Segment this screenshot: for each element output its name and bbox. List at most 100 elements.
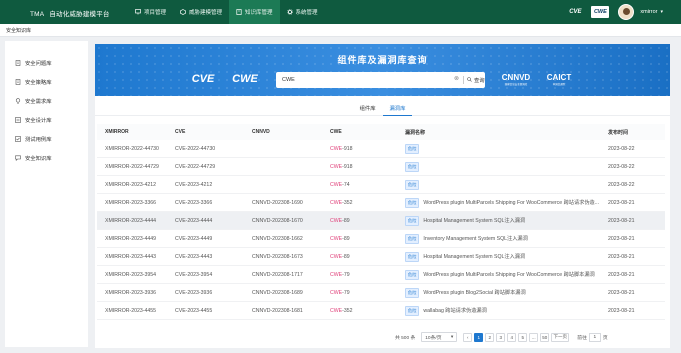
- nav-item-system[interactable]: 系统管理: [280, 0, 325, 24]
- page-size-select[interactable]: 10条/页 ▾: [421, 332, 458, 342]
- page-number-button[interactable]: 1: [474, 332, 484, 342]
- cell-cwe[interactable]: CWE-352: [330, 200, 405, 206]
- tab-vulnerability-library[interactable]: 漏洞库: [382, 104, 413, 116]
- tab-component-library[interactable]: 组件库: [353, 104, 383, 116]
- cell-vuln-name: 危险: [405, 179, 608, 190]
- col-header-cve: CVE: [175, 129, 186, 135]
- sidebar-item-security-requirements[interactable]: 安全需求库: [5, 91, 88, 110]
- nav-item-projects[interactable]: 项目管理: [128, 0, 173, 24]
- sidebar-item-security-policies[interactable]: 安全策略库: [5, 72, 88, 91]
- nav-item-knowledge-base[interactable]: 知识库管理: [229, 0, 280, 24]
- cell-xmirror: XMIRROR-2023-3366: [105, 199, 157, 206]
- sidebar-item-security-design[interactable]: 安全设计库: [5, 110, 88, 129]
- cwe-id: -89: [342, 253, 350, 260]
- cwe-logo: CWE: [591, 6, 610, 18]
- cwe-link[interactable]: CWE: [330, 272, 342, 278]
- sidebar-item-test-cases[interactable]: 测试用例库: [5, 129, 88, 148]
- sidebar-item-label: 安全需求库: [25, 98, 52, 105]
- table-row[interactable]: XMIRROR-2023-4443 CVE-2023-4443 CNNVD-2023…: [97, 248, 665, 266]
- vuln-name[interactable]: Hospital Management System SQL注入漏洞: [423, 253, 525, 260]
- cwe-link[interactable]: CWE: [330, 308, 342, 314]
- page-ellipsis[interactable]: ...: [529, 332, 539, 342]
- cell-cwe[interactable]: CWE-89: [330, 236, 405, 242]
- cell-xmirror: XMIRROR-2023-3936: [105, 289, 157, 296]
- table-row[interactable]: XMIRROR-2023-3366 CVE-2023-3366 CNNVD-2023…: [97, 194, 665, 212]
- vuln-name[interactable]: wallabag 跨站请求伪造漏洞: [423, 307, 486, 314]
- vuln-name[interactable]: WordPress plugin MultiParcels Shipping F…: [423, 199, 599, 206]
- cwe-link[interactable]: CWE: [330, 164, 342, 170]
- table-row[interactable]: XMIRROR-2023-3954 CVE-2023-3954 CNNVD-2023…: [97, 266, 665, 284]
- table-body: XMIRROR-2022-44730 CVE-2022-44730 CWE-918 危…: [97, 140, 665, 320]
- list-icon: [15, 116, 21, 123]
- next-page-button[interactable]: 下一页: [551, 332, 570, 342]
- page-number-button[interactable]: 5: [518, 332, 528, 342]
- avatar[interactable]: [618, 4, 635, 20]
- prev-page-button[interactable]: ‹: [463, 332, 473, 342]
- severity-badge: 危险: [405, 179, 420, 190]
- severity-badge: 危险: [405, 305, 420, 316]
- breadcrumb[interactable]: 安全知识库: [6, 27, 31, 34]
- table-row[interactable]: XMIRROR-2023-4449 CVE-2023-4449 CNNVD-2023…: [97, 230, 665, 248]
- cell-cnnvd: CNNVD-202308-1717: [252, 271, 303, 278]
- table-row[interactable]: XMIRROR-2023-4444 CVE-2023-4444 CNNVD-2023…: [97, 212, 665, 230]
- cell-cwe[interactable]: CWE-352: [330, 308, 405, 314]
- search-button[interactable]: 查询: [460, 75, 485, 85]
- cwe-link[interactable]: CWE: [330, 200, 342, 206]
- breadcrumb-bar: 安全知识库: [0, 24, 681, 37]
- cell-cwe[interactable]: CWE-79: [330, 290, 405, 296]
- page-number-button[interactable]: 2: [485, 332, 495, 342]
- cell-cwe[interactable]: CWE-89: [330, 218, 405, 224]
- cell-date: 2023-08-21: [608, 199, 635, 206]
- cell-cve: CVE-2022-44730: [175, 145, 216, 152]
- goto-page: 前往 1 页: [577, 332, 608, 342]
- cwe-id: -89: [342, 235, 350, 242]
- table-row[interactable]: XMIRROR-2022-44729 CVE-2022-44729 CWE-918 危…: [97, 158, 665, 176]
- cell-xmirror: XMIRROR-2023-4444: [105, 217, 157, 224]
- vuln-name[interactable]: WordPress plugin MultiParcels Shipping F…: [423, 271, 594, 278]
- cell-cnnvd: CNNVD-202308-1673: [252, 253, 303, 260]
- cell-vuln-name: 危险: [405, 143, 608, 154]
- vuln-name[interactable]: WordPress plugin Blog2Social 跨站脚本漏洞: [423, 289, 525, 296]
- clear-icon[interactable]: ⊗: [454, 75, 459, 82]
- username[interactable]: xmirror: [640, 9, 657, 15]
- vuln-name[interactable]: Inventory Management System SQL注入漏洞: [423, 235, 527, 242]
- page-number-button[interactable]: 4: [507, 332, 517, 342]
- cwe-link[interactable]: CWE: [330, 290, 342, 296]
- vuln-name[interactable]: Hospital Management System SQL注入漏洞: [423, 217, 525, 224]
- cell-date: 2023-08-21: [608, 253, 635, 260]
- checklist-icon: [15, 135, 21, 142]
- cell-cnnvd: CNNVD-202308-1681: [252, 307, 303, 314]
- table-row[interactable]: XMIRROR-2023-4455 CVE-2023-4455 CNNVD-2023…: [97, 302, 665, 320]
- brand[interactable]: TMA 自动化威胁建模平台: [30, 8, 110, 18]
- cell-cwe[interactable]: CWE-74: [330, 182, 405, 188]
- table-header: XMIRROR CVE CNNVD CWE 漏洞名称 发布时间: [97, 124, 665, 140]
- cwe-logo: CWE: [232, 73, 258, 85]
- cell-cwe[interactable]: CWE-918: [330, 164, 405, 170]
- doc-icon: [15, 59, 21, 66]
- table-row[interactable]: XMIRROR-2022-44730 CVE-2022-44730 CWE-918 危…: [97, 140, 665, 158]
- banner-title: 组件库及漏洞库查询: [337, 55, 428, 65]
- cwe-link[interactable]: CWE: [330, 218, 342, 224]
- cell-cwe[interactable]: CWE-79: [330, 272, 405, 278]
- severity-badge: 危险: [405, 251, 420, 262]
- book-icon: [236, 9, 242, 15]
- sidebar-item-label: 安全设计库: [25, 117, 52, 124]
- page-number-button[interactable]: 50: [540, 332, 550, 342]
- table-row[interactable]: XMIRROR-2023-4212 CVE-2023-4212 CWE-74 危险 20…: [97, 176, 665, 194]
- cwe-link[interactable]: CWE: [330, 146, 342, 152]
- table-row[interactable]: XMIRROR-2023-3936 CVE-2023-3936 CNNVD-2023…: [97, 284, 665, 302]
- nav-item-threat-modeling[interactable]: 威胁建模管理: [173, 0, 229, 24]
- severity-badge: 危险: [405, 233, 420, 244]
- cell-cwe[interactable]: CWE-89: [330, 254, 405, 260]
- cell-cwe[interactable]: CWE-918: [330, 146, 405, 152]
- cwe-link[interactable]: CWE: [330, 182, 342, 188]
- search-input[interactable]: [282, 74, 450, 86]
- cwe-link[interactable]: CWE: [330, 236, 342, 242]
- chevron-down-icon[interactable]: ▾: [660, 9, 663, 15]
- goto-suffix: 页: [602, 335, 608, 341]
- sidebar-item-security-issues[interactable]: 安全问题库: [5, 53, 88, 72]
- page-number-button[interactable]: 3: [496, 332, 506, 342]
- sidebar-item-security-knowledge[interactable]: 安全知识库: [5, 148, 88, 167]
- goto-page-input[interactable]: 1: [588, 332, 601, 342]
- cwe-link[interactable]: CWE: [330, 254, 342, 260]
